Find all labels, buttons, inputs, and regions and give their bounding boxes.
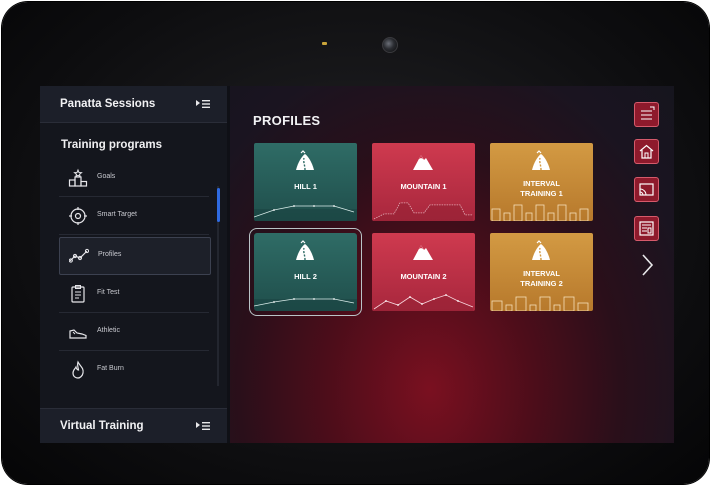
card-label: MOUNTAIN 1: [400, 182, 447, 191]
sidebar-item-profiles[interactable]: Profiles: [59, 237, 211, 275]
sidebar-item-label: Goals: [97, 173, 116, 180]
profile-card-mountain-1[interactable]: MOUNTAIN 1: [372, 143, 475, 221]
menu-icon: [641, 106, 655, 120]
shoe-icon: [69, 329, 87, 339]
mountain-icon: [413, 155, 433, 170]
menu-button[interactable]: [634, 102, 659, 127]
sidebar-item-fat-burn[interactable]: Fat Burn: [59, 352, 209, 388]
home-button[interactable]: [634, 139, 659, 164]
profile-chart: [373, 202, 473, 221]
profile-card-hill-2[interactable]: HILL 2: [249, 228, 362, 316]
hill-road-icon: [532, 240, 550, 261]
sidebar-item-smart-target[interactable]: Smart Target: [59, 198, 209, 235]
collapse-menu-icon[interactable]: [195, 98, 211, 110]
home-icon: [639, 144, 654, 159]
book-button[interactable]: [634, 216, 659, 241]
profile-chart: [491, 204, 589, 221]
sidebar-item-goals[interactable]: Goals: [59, 160, 209, 197]
divider: [59, 196, 209, 197]
divider: [59, 234, 209, 235]
sidebar-item-label: Fat Burn: [97, 365, 124, 372]
virtual-training-title: Virtual Training: [60, 420, 144, 432]
mountain-icon: [413, 245, 433, 260]
card-label: INTERVAL TRAINING 1: [520, 179, 563, 198]
sidebar: Panatta Sessions Training programs Goals…: [40, 86, 227, 443]
card-label: MOUNTAIN 2: [400, 272, 447, 281]
profile-chart: [373, 294, 474, 311]
sidebar-item-label: Athletic: [97, 327, 120, 334]
podium-icon: [68, 168, 88, 187]
profile-graph-icon: [69, 248, 89, 263]
next-page-icon[interactable]: [640, 253, 654, 277]
tablet-device: Panatta Sessions Training programs Goals…: [2, 2, 709, 484]
sidebar-item-fit-test[interactable]: Fit Test: [59, 276, 209, 313]
sidebar-item-label: Profiles: [98, 251, 122, 258]
front-camera: [382, 37, 398, 53]
profile-card-interval-training-1[interactable]: INTERVAL TRAINING 1: [490, 143, 593, 221]
page-title: PROFILES: [253, 113, 321, 128]
profile-chart: [254, 298, 357, 311]
virtual-training-header[interactable]: Virtual Training: [40, 408, 227, 443]
profile-card-mountain-2[interactable]: MOUNTAIN 2: [372, 233, 475, 311]
status-led: [322, 42, 327, 45]
cast-icon: [639, 183, 654, 196]
target-icon: [69, 207, 87, 225]
profile-card-interval-training-2[interactable]: INTERVAL TRAINING 2: [490, 233, 593, 311]
clipboard-icon: [71, 285, 85, 303]
training-programs-title: Training programs: [61, 139, 162, 151]
profiles-panel: PROFILES HILL 1 MOUNTAIN 1 INTERVAL TRAI…: [230, 86, 674, 443]
card-label: INTERVAL TRAINING 2: [520, 269, 563, 288]
app-screen: Panatta Sessions Training programs Goals…: [40, 86, 674, 443]
sidebar-item-athletic[interactable]: Athletic: [59, 314, 209, 351]
sidebar-item-label: Smart Target: [97, 211, 137, 218]
hill-road-icon: [296, 240, 314, 261]
book-icon: [639, 221, 654, 236]
flame-icon: [72, 360, 84, 379]
sidebar-item-label: Fit Test: [97, 289, 120, 296]
divider: [59, 312, 209, 313]
profile-chart: [254, 205, 357, 221]
expand-menu-icon[interactable]: [195, 420, 211, 432]
profile-chart: [491, 296, 589, 311]
hill-road-icon: [532, 150, 550, 171]
divider: [59, 350, 209, 351]
sessions-header[interactable]: Panatta Sessions: [40, 86, 227, 123]
cast-button[interactable]: [634, 177, 659, 202]
profile-card-hill-1[interactable]: HILL 1: [254, 143, 357, 221]
hill-road-icon: [296, 150, 314, 171]
sessions-title: Panatta Sessions: [60, 98, 156, 110]
sidebar-scrollbar-thumb[interactable]: [217, 188, 220, 222]
card-label: HILL 1: [294, 182, 317, 191]
card-label: HILL 2: [294, 272, 317, 281]
